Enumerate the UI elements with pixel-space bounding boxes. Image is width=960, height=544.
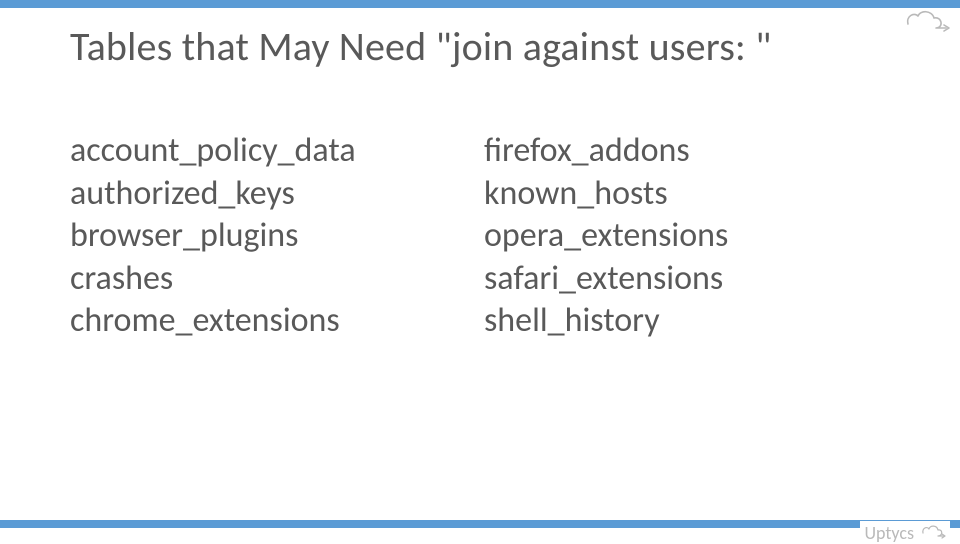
top-accent-bar: [0, 0, 960, 8]
list-item: shell_history: [484, 300, 890, 343]
brand-footer: Uptycs: [860, 521, 950, 544]
list-item: known_hosts: [484, 173, 890, 216]
list-item: opera_extensions: [484, 215, 890, 258]
list-item: browser_plugins: [70, 215, 476, 258]
list-item: safari_extensions: [484, 258, 890, 301]
slide-title: Tables that May Need "join against users…: [70, 22, 920, 71]
brand-label: Uptycs: [864, 522, 914, 544]
list-item: crashes: [70, 258, 476, 301]
list-item: authorized_keys: [70, 173, 476, 216]
tables-columns: account_policy_data authorized_keys brow…: [70, 130, 890, 343]
cloud-arrow-icon: [918, 521, 946, 544]
bottom-accent-bar: [0, 520, 960, 528]
slide: Tables that May Need "join against users…: [0, 0, 960, 540]
tables-column-left: account_policy_data authorized_keys brow…: [70, 130, 476, 343]
list-item: firefox_addons: [484, 130, 890, 173]
list-item: chrome_extensions: [70, 300, 476, 343]
list-item: account_policy_data: [70, 130, 476, 173]
tables-column-right: firefox_addons known_hosts opera_extensi…: [484, 130, 890, 343]
